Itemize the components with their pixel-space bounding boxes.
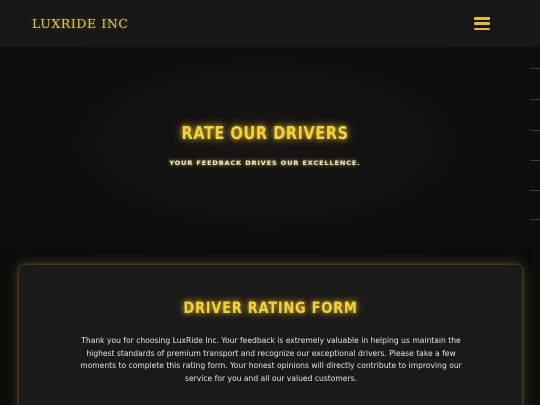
- hero-section: RATE OUR DRIVERS YOUR FEEDBACK DRIVES OU…: [0, 47, 530, 262]
- navbar: LUXRIDE INC: [0, 0, 540, 47]
- hero-subtitle: YOUR FEEDBACK DRIVES OUR EXCELLENCE.: [169, 159, 361, 167]
- form-title: DRIVER RATING FORM: [183, 298, 358, 317]
- rating-form-card: DRIVER RATING FORM Thank you for choosin…: [19, 265, 522, 405]
- rail-tick: [530, 190, 540, 191]
- scroll-rail[interactable]: [530, 47, 540, 405]
- menu-bar: [474, 27, 490, 30]
- brand-logo[interactable]: LUXRIDE INC: [32, 16, 129, 31]
- menu-bar: [474, 22, 490, 25]
- rail-tick: [530, 68, 540, 69]
- rail-tick: [530, 130, 540, 131]
- menu-bar: [474, 17, 490, 20]
- form-intro-text: Thank you for choosing LuxRide Inc. Your…: [80, 336, 462, 384]
- rail-tick: [530, 99, 540, 100]
- rail-tick: [530, 219, 540, 220]
- hero-title: RATE OUR DRIVERS: [181, 123, 349, 144]
- hamburger-menu-icon[interactable]: [474, 17, 490, 30]
- rail-tick: [530, 160, 540, 161]
